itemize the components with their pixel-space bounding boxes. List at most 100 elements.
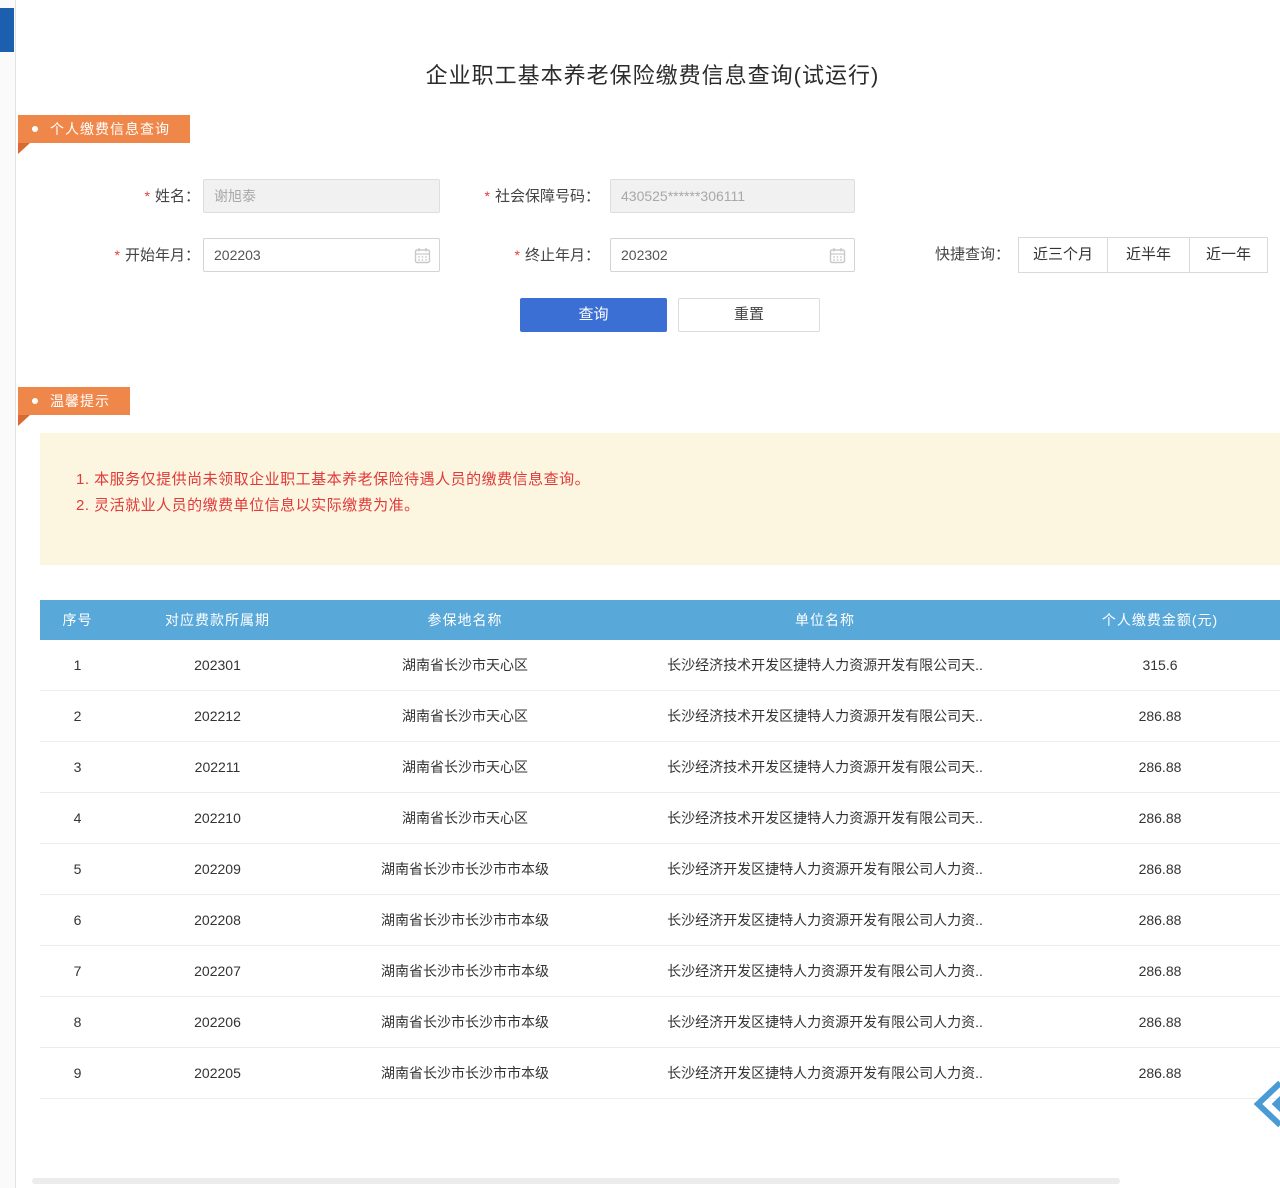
- bullet-icon: [32, 398, 38, 404]
- table-cell: 4: [40, 793, 115, 844]
- quick-btn-year[interactable]: 近一年: [1189, 237, 1268, 273]
- col-header-amount: 个人缴费金额(元): [1040, 600, 1280, 640]
- table-row: 7202207湖南省长沙市长沙市市本级长沙经济开发区捷特人力资源开发有限公司人力…: [40, 946, 1280, 997]
- double-chevron-left-icon[interactable]: [1250, 1080, 1280, 1128]
- calendar-icon[interactable]: [414, 247, 431, 264]
- table-row: 6202208湖南省长沙市长沙市市本级长沙经济开发区捷特人力资源开发有限公司人力…: [40, 895, 1280, 946]
- table-row: 2202212湖南省长沙市天心区长沙经济技术开发区捷特人力资源开发有限公司天..…: [40, 691, 1280, 742]
- ssn-field: [610, 179, 855, 213]
- table-cell: 202301: [115, 640, 320, 691]
- collapsed-sidebar: [0, 0, 16, 1188]
- table-cell: 3: [40, 742, 115, 793]
- table-cell: 湖南省长沙市天心区: [320, 691, 610, 742]
- table-header-row: 序号 对应费款所属期 参保地名称 单位名称 个人缴费金额(元): [40, 600, 1280, 640]
- col-header-unit: 单位名称: [610, 600, 1040, 640]
- table-cell: 286.88: [1040, 1048, 1280, 1099]
- table-cell: 286.88: [1040, 691, 1280, 742]
- bottom-scrollbar-shadow: [32, 1178, 1120, 1184]
- start-date-input[interactable]: [204, 239, 439, 271]
- table-cell: 7: [40, 946, 115, 997]
- table-cell: 长沙经济技术开发区捷特人力资源开发有限公司天..: [610, 793, 1040, 844]
- name-field: [203, 179, 440, 213]
- table-cell: 长沙经济技术开发区捷特人力资源开发有限公司天..: [610, 640, 1040, 691]
- table-cell: 长沙经济开发区捷特人力资源开发有限公司人力资..: [610, 895, 1040, 946]
- col-header-index: 序号: [40, 600, 115, 640]
- table-cell: 9: [40, 1048, 115, 1099]
- start-date-field[interactable]: [203, 238, 440, 272]
- table-cell: 202209: [115, 844, 320, 895]
- table-cell: 202208: [115, 895, 320, 946]
- table-cell: 6: [40, 895, 115, 946]
- table-cell: 286.88: [1040, 844, 1280, 895]
- section-badge-tips-label: 温馨提示: [50, 391, 110, 411]
- end-date-field[interactable]: [610, 238, 855, 272]
- required-asterisk: *: [145, 188, 150, 204]
- table-row: 8202206湖南省长沙市长沙市市本级长沙经济开发区捷特人力资源开发有限公司人力…: [40, 997, 1280, 1048]
- table-cell: 5: [40, 844, 115, 895]
- table-cell: 202205: [115, 1048, 320, 1099]
- section-badge-query-label: 个人缴费信息查询: [50, 119, 170, 139]
- table-cell: 长沙经济技术开发区捷特人力资源开发有限公司天..: [610, 691, 1040, 742]
- notice-box: 1. 本服务仅提供尚未领取企业职工基本养老保险待遇人员的缴费信息查询。 2. 灵…: [40, 433, 1280, 565]
- calendar-icon[interactable]: [829, 247, 846, 264]
- table-cell: 8: [40, 997, 115, 1048]
- quick-query-label: 快捷查询：: [925, 238, 1010, 272]
- badge-fold-decoration: [18, 415, 30, 426]
- query-button[interactable]: 查询: [520, 298, 667, 332]
- quick-btn-3months[interactable]: 近三个月: [1018, 237, 1108, 273]
- start-date-label: *开始年月：: [60, 238, 200, 273]
- table-row: 4202210湖南省长沙市天心区长沙经济技术开发区捷特人力资源开发有限公司天..…: [40, 793, 1280, 844]
- table-cell: 202207: [115, 946, 320, 997]
- table-cell: 202211: [115, 742, 320, 793]
- end-date-label: *终止年月：: [460, 238, 600, 273]
- table-cell: 湖南省长沙市天心区: [320, 640, 610, 691]
- table-cell: 长沙经济开发区捷特人力资源开发有限公司人力资..: [610, 946, 1040, 997]
- name-label: *姓名：: [60, 179, 200, 214]
- end-date-input[interactable]: [611, 239, 854, 271]
- table-body: 1202301湖南省长沙市天心区长沙经济技术开发区捷特人力资源开发有限公司天..…: [40, 640, 1280, 1099]
- table-cell: 湖南省长沙市天心区: [320, 793, 610, 844]
- name-input: [204, 180, 439, 212]
- table-cell: 315.6: [1040, 640, 1280, 691]
- notice-line: 2. 灵活就业人员的缴费单位信息以实际缴费为准。: [76, 493, 590, 519]
- table-cell: 202212: [115, 691, 320, 742]
- table-cell: 2: [40, 691, 115, 742]
- table-cell: 286.88: [1040, 895, 1280, 946]
- col-header-location: 参保地名称: [320, 600, 610, 640]
- table-cell: 长沙经济开发区捷特人力资源开发有限公司人力资..: [610, 997, 1040, 1048]
- table-cell: 1: [40, 640, 115, 691]
- table-cell: 286.88: [1040, 997, 1280, 1048]
- page: 企业职工基本养老保险缴费信息查询(试运行) 个人缴费信息查询 *姓名： *社会保…: [0, 0, 1280, 1188]
- table-cell: 湖南省长沙市天心区: [320, 742, 610, 793]
- table-row: 5202209湖南省长沙市长沙市市本级长沙经济开发区捷特人力资源开发有限公司人力…: [40, 844, 1280, 895]
- badge-fold-decoration: [18, 143, 30, 154]
- table-row: 3202211湖南省长沙市天心区长沙经济技术开发区捷特人力资源开发有限公司天..…: [40, 742, 1280, 793]
- table-cell: 湖南省长沙市长沙市市本级: [320, 1048, 610, 1099]
- table-cell: 湖南省长沙市长沙市市本级: [320, 844, 610, 895]
- required-asterisk: *: [485, 188, 490, 204]
- table-cell: 长沙经济开发区捷特人力资源开发有限公司人力资..: [610, 844, 1040, 895]
- section-badge-query: 个人缴费信息查询: [18, 115, 190, 143]
- table-cell: 202210: [115, 793, 320, 844]
- required-asterisk: *: [515, 247, 520, 263]
- col-header-period: 对应费款所属期: [115, 600, 320, 640]
- section-badge-tips: 温馨提示: [18, 387, 130, 415]
- bullet-icon: [32, 126, 38, 132]
- table-cell: 长沙经济开发区捷特人力资源开发有限公司人力资..: [610, 1048, 1040, 1099]
- table-cell: 202206: [115, 997, 320, 1048]
- reset-button[interactable]: 重置: [678, 298, 820, 332]
- table-row: 1202301湖南省长沙市天心区长沙经济技术开发区捷特人力资源开发有限公司天..…: [40, 640, 1280, 691]
- ssn-input: [611, 180, 854, 212]
- table-cell: 湖南省长沙市长沙市市本级: [320, 895, 610, 946]
- table-cell: 湖南省长沙市长沙市市本级: [320, 997, 610, 1048]
- table-cell: 286.88: [1040, 793, 1280, 844]
- table-cell: 长沙经济技术开发区捷特人力资源开发有限公司天..: [610, 742, 1040, 793]
- notice-line: 1. 本服务仅提供尚未领取企业职工基本养老保险待遇人员的缴费信息查询。: [76, 467, 590, 493]
- table-cell: 286.88: [1040, 742, 1280, 793]
- results-table: 序号 对应费款所属期 参保地名称 单位名称 个人缴费金额(元) 1202301湖…: [40, 600, 1280, 1099]
- sidebar-blue-tab[interactable]: [0, 8, 14, 52]
- quick-btn-halfyear[interactable]: 近半年: [1107, 237, 1190, 273]
- ssn-label: *社会保障号码：: [460, 179, 600, 214]
- table-row: 9202205湖南省长沙市长沙市市本级长沙经济开发区捷特人力资源开发有限公司人力…: [40, 1048, 1280, 1099]
- page-title: 企业职工基本养老保险缴费信息查询(试运行): [25, 58, 1280, 90]
